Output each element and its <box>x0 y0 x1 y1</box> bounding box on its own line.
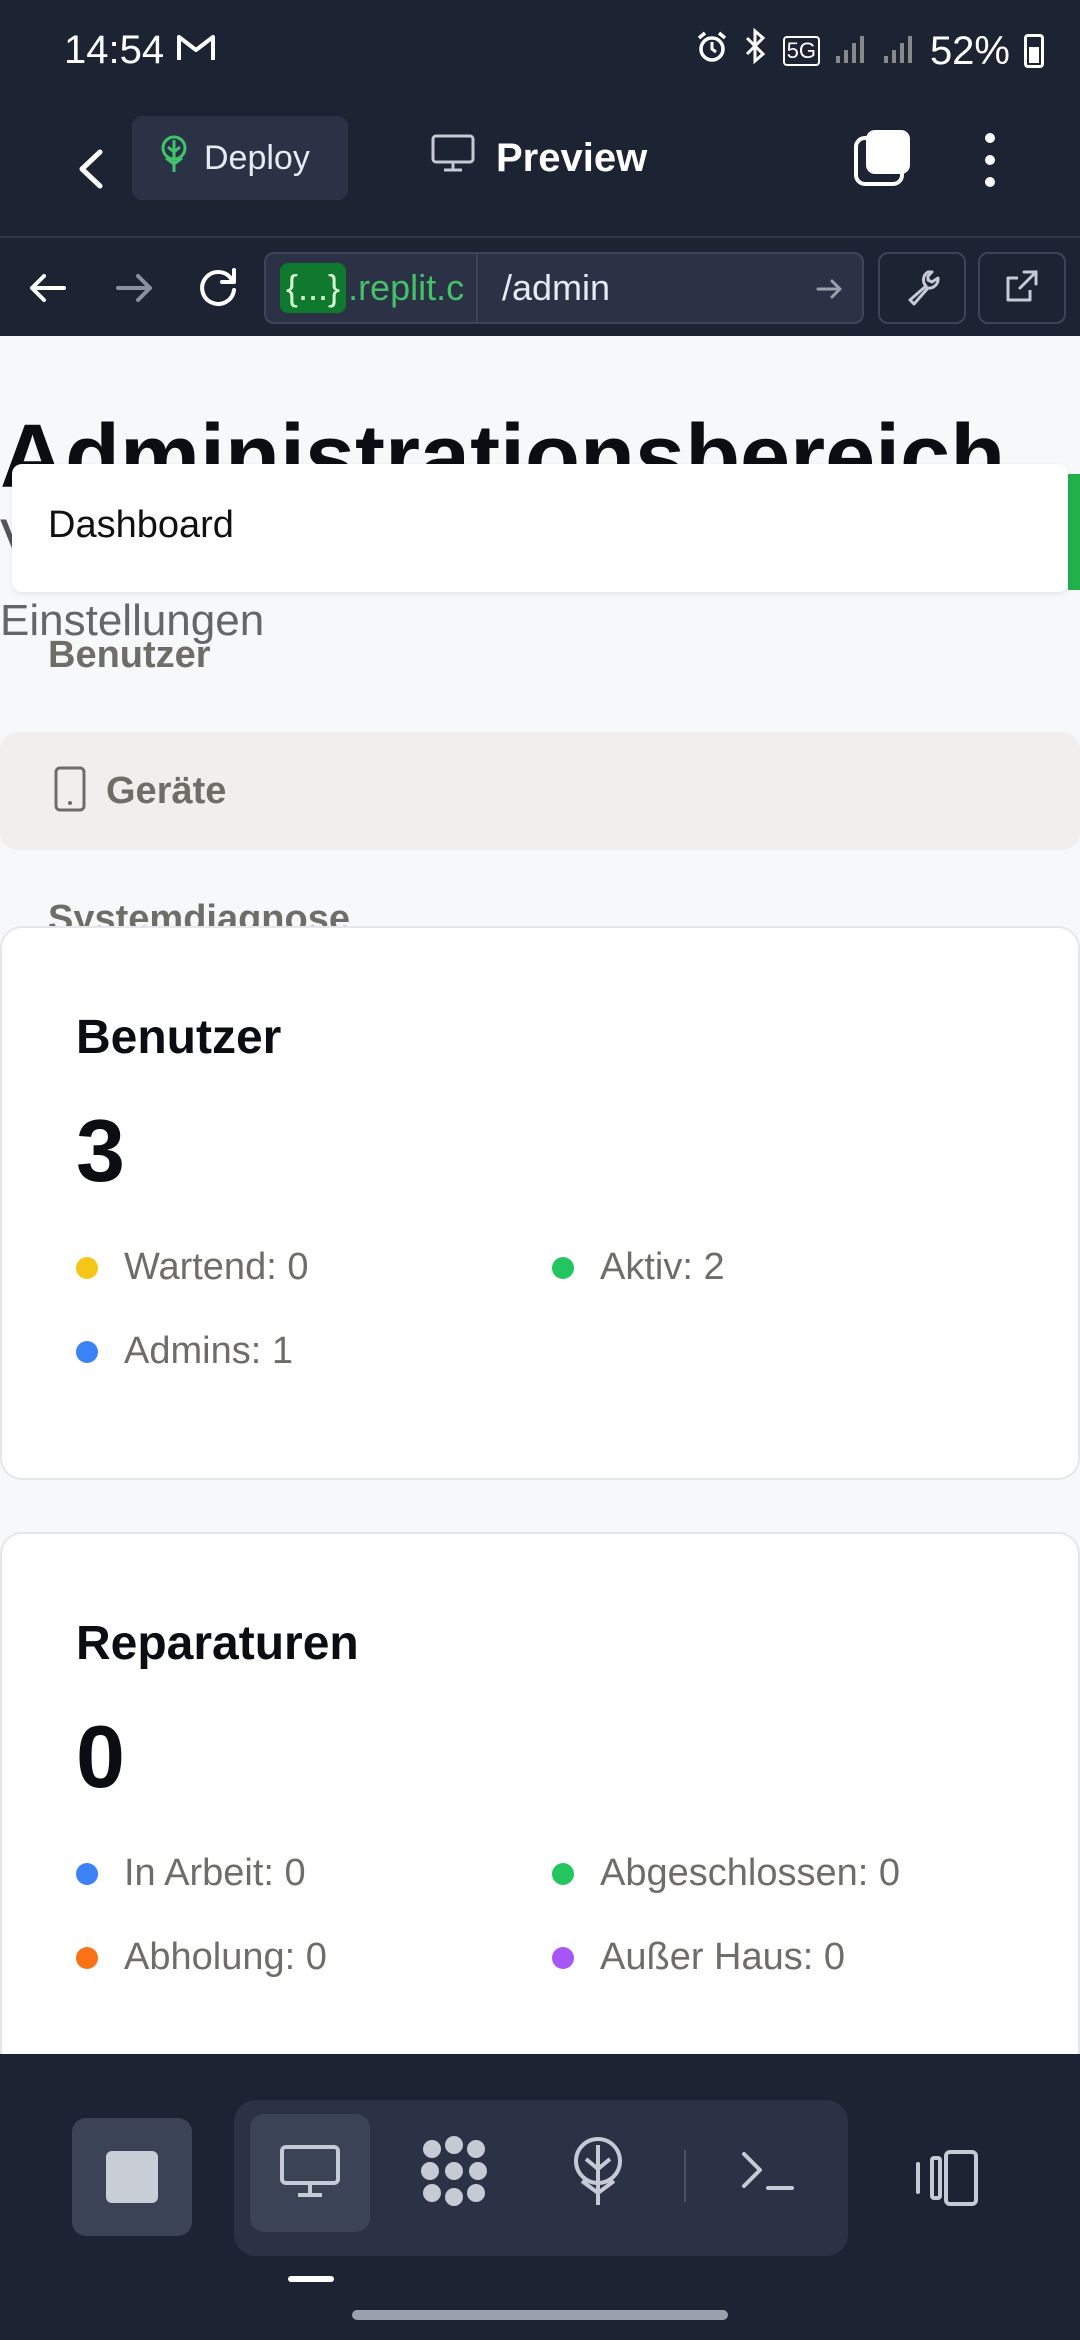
browser-forward-icon[interactable] <box>104 258 164 318</box>
repairs-completed-text: Abgeschlossen: 0 <box>600 1852 900 1894</box>
repairs-pickup-text: Abholung: 0 <box>124 1936 327 1978</box>
yellow-dot-icon <box>76 1256 98 1279</box>
gmail-icon <box>176 30 216 72</box>
menu-item-dashboard[interactable]: Dashboard <box>48 504 234 547</box>
tab-shell[interactable] <box>708 2114 828 2232</box>
dropdown-menu: Dashboard <box>12 464 1068 592</box>
status-bar: 14:54 5G 52% <box>0 0 1080 104</box>
repairs-completed-stat: Abgeschlossen: 0 <box>552 1852 900 1895</box>
signal-icon-2 <box>882 29 916 74</box>
repairs-in-progress-stat: In Arbeit: 0 <box>76 1852 306 1895</box>
status-icons: 5G 52% <box>695 27 1044 74</box>
repairs-out-of-house-stat: Außer Haus: 0 <box>552 1936 845 1979</box>
nav-item-devices-label: Geräte <box>106 769 227 812</box>
users-count: 3 <box>76 1101 125 1200</box>
green-button-edge[interactable] <box>1068 474 1080 590</box>
url-bar[interactable]: {...} .replit.c /admin <box>264 252 864 324</box>
repairs-card-title: Reparaturen <box>76 1617 359 1670</box>
go-arrow-icon[interactable] <box>814 274 844 304</box>
repairs-pickup-stat: Abholung: 0 <box>76 1936 327 1979</box>
repairs-in-progress-text: In Arbeit: 0 <box>124 1852 306 1894</box>
battery-icon <box>1024 34 1044 68</box>
monitor-icon <box>278 2143 342 2204</box>
blue-dot-icon <box>76 1862 98 1885</box>
battery-percent: 52% <box>929 28 1010 73</box>
agent-icon <box>418 2135 490 2212</box>
green-dot-icon <box>552 1256 574 1279</box>
open-external-button[interactable] <box>978 252 1066 324</box>
stop-button[interactable] <box>72 2118 192 2236</box>
back-icon[interactable] <box>60 134 130 204</box>
users-waiting-stat: Wartend: 0 <box>76 1246 308 1289</box>
active-tab-indicator <box>288 2276 334 2282</box>
alarm-icon <box>695 29 729 74</box>
tab-preview[interactable] <box>250 2114 370 2232</box>
users-card: Benutzer 3 Wartend: 0 Aktiv: 2 Admins: 1 <box>0 926 1080 1480</box>
bluetooth-icon <box>743 27 769 74</box>
green-dot-icon <box>552 1862 574 1885</box>
clock: 14:54 <box>64 28 165 72</box>
blue-dot-icon <box>76 1340 98 1363</box>
url-host-tag: {...} <box>280 263 347 313</box>
terminal-icon <box>738 2146 798 2201</box>
signal-icon <box>834 29 868 74</box>
users-active-text: Aktiv: 2 <box>600 1246 725 1288</box>
deploy-icon <box>568 2135 628 2212</box>
users-admins-stat: Admins: 1 <box>76 1330 293 1373</box>
webview-content: Administrationsbereich V Dashboard Einst… <box>0 336 1080 2054</box>
browser-toolbar: {...} .replit.c /admin <box>0 236 1080 336</box>
url-host-text: .replit.c <box>348 267 465 308</box>
repairs-count: 0 <box>76 1707 125 1806</box>
wrench-icon <box>902 266 942 311</box>
deploy-label: Deploy <box>204 138 310 177</box>
repairs-out-of-house-text: Außer Haus: 0 <box>600 1936 845 1978</box>
users-waiting-text: Wartend: 0 <box>124 1246 309 1288</box>
tablet-icon <box>52 765 88 818</box>
url-path-input[interactable]: /admin <box>476 254 862 322</box>
app-header: Deploy Preview <box>0 104 1080 236</box>
external-link-icon <box>1002 266 1042 311</box>
url-host: {...} .replit.c <box>266 254 476 322</box>
tab-agent[interactable] <box>394 2114 514 2232</box>
monitor-icon <box>430 133 476 183</box>
preview-tab[interactable]: Preview <box>430 126 647 190</box>
tab-separator <box>684 2150 686 2202</box>
tabs-icon[interactable] <box>852 128 914 190</box>
devtools-button[interactable] <box>878 252 966 324</box>
deploy-button[interactable]: Deploy <box>132 116 348 200</box>
orange-dot-icon <box>76 1946 98 1969</box>
more-options-icon[interactable] <box>970 128 1010 192</box>
repairs-card: Reparaturen 0 In Arbeit: 0 Abgeschlossen… <box>0 1532 1080 2054</box>
url-path-text: /admin <box>502 267 611 308</box>
preview-label: Preview <box>496 135 648 180</box>
home-indicator[interactable] <box>352 2310 728 2320</box>
network-5g-label: 5G <box>782 36 820 66</box>
tab-deployments[interactable] <box>538 2114 658 2232</box>
nav-item-devices[interactable]: Geräte <box>0 732 1080 850</box>
workspace-tabs <box>234 2100 848 2256</box>
nav-item-users[interactable]: Benutzer <box>48 634 211 677</box>
users-card-title: Benutzer <box>76 1011 282 1064</box>
deploy-icon <box>158 134 190 183</box>
bottom-toolbar <box>0 2054 1080 2340</box>
reload-icon[interactable] <box>188 258 248 318</box>
purple-dot-icon <box>552 1946 574 1969</box>
users-active-stat: Aktiv: 2 <box>552 1246 725 1289</box>
users-admins-text: Admins: 1 <box>124 1330 293 1372</box>
browser-back-icon[interactable] <box>18 258 78 318</box>
split-view-icon[interactable] <box>910 2148 982 2208</box>
